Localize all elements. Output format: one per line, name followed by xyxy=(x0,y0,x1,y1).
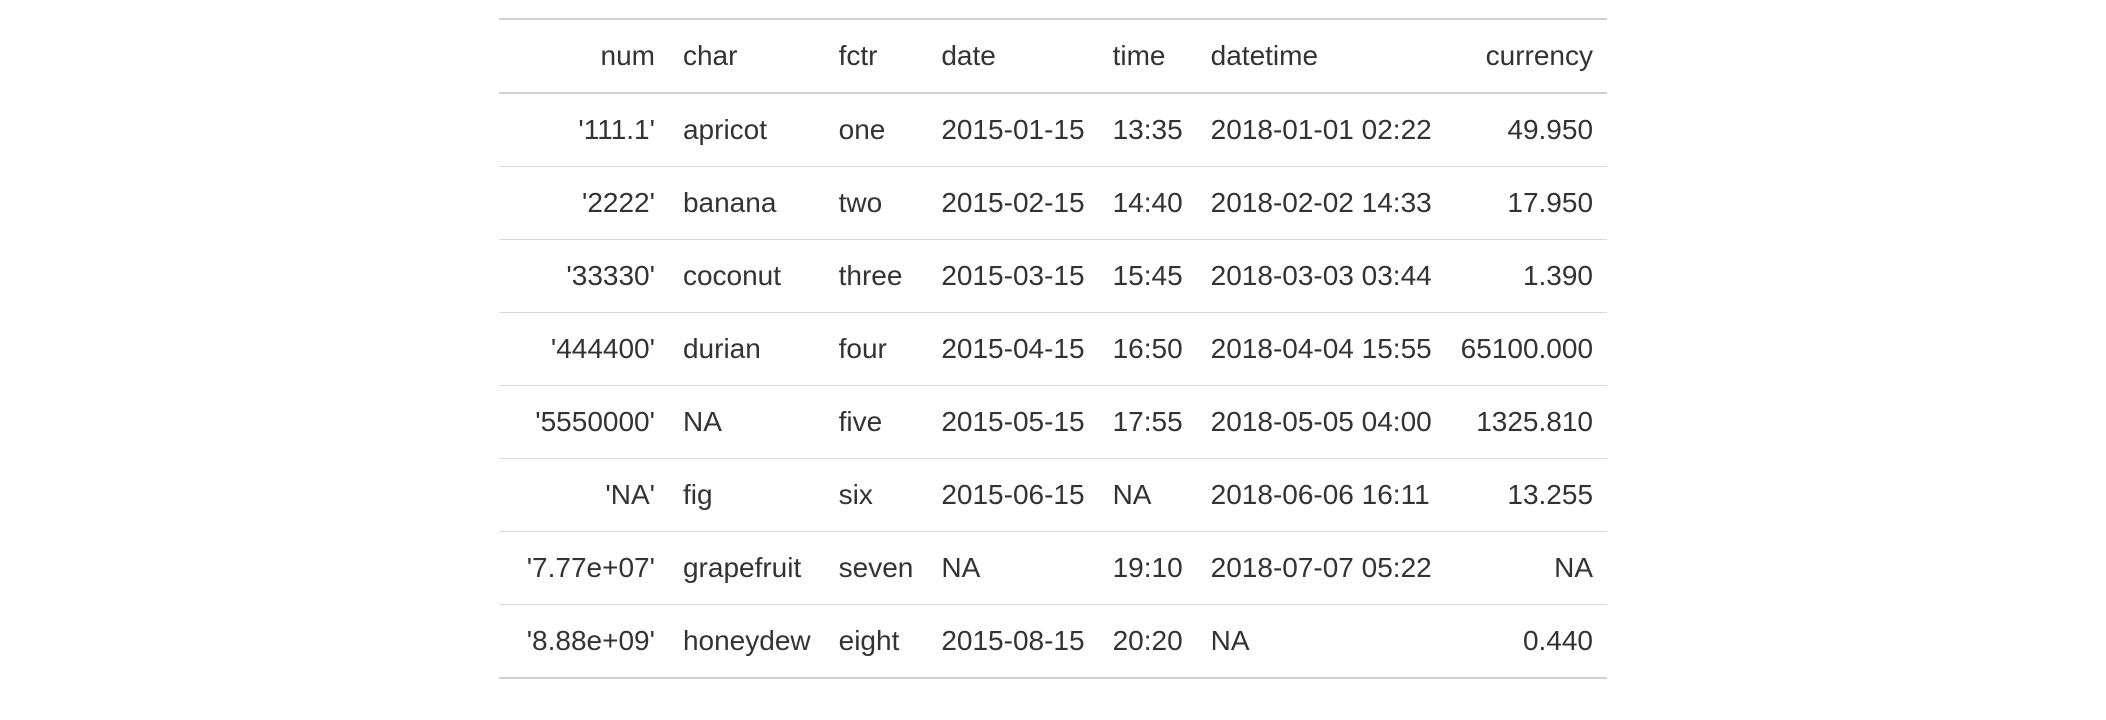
cell-char: banana xyxy=(669,167,825,240)
cell-currency: 1.390 xyxy=(1447,240,1607,313)
cell-fctr: five xyxy=(825,386,928,459)
cell-char: grapefruit xyxy=(669,532,825,605)
table-row: '111.1' apricot one 2015-01-15 13:35 201… xyxy=(499,93,1607,167)
header-fctr: fctr xyxy=(825,19,928,93)
cell-date: 2015-08-15 xyxy=(927,605,1098,679)
cell-num: 'NA' xyxy=(499,459,669,532)
cell-date: 2015-02-15 xyxy=(927,167,1098,240)
header-row: num char fctr date time datetime currenc… xyxy=(499,19,1607,93)
cell-datetime: 2018-07-07 05:22 xyxy=(1197,532,1447,605)
cell-time: NA xyxy=(1099,459,1197,532)
cell-time: 16:50 xyxy=(1099,313,1197,386)
header-char: char xyxy=(669,19,825,93)
cell-date: NA xyxy=(927,532,1098,605)
cell-char: NA xyxy=(669,386,825,459)
table-row: '33330' coconut three 2015-03-15 15:45 2… xyxy=(499,240,1607,313)
cell-datetime: NA xyxy=(1197,605,1447,679)
cell-date: 2015-03-15 xyxy=(927,240,1098,313)
cell-fctr: one xyxy=(825,93,928,167)
cell-datetime: 2018-05-05 04:00 xyxy=(1197,386,1447,459)
cell-currency: 13.255 xyxy=(1447,459,1607,532)
cell-time: 14:40 xyxy=(1099,167,1197,240)
cell-datetime: 2018-01-01 02:22 xyxy=(1197,93,1447,167)
header-currency: currency xyxy=(1447,19,1607,93)
cell-num: '111.1' xyxy=(499,93,669,167)
cell-currency: 0.440 xyxy=(1447,605,1607,679)
header-time: time xyxy=(1099,19,1197,93)
cell-char: apricot xyxy=(669,93,825,167)
cell-time: 13:35 xyxy=(1099,93,1197,167)
header-datetime: datetime xyxy=(1197,19,1447,93)
header-date: date xyxy=(927,19,1098,93)
cell-num: '8.88e+09' xyxy=(499,605,669,679)
header-num: num xyxy=(499,19,669,93)
cell-num: '33330' xyxy=(499,240,669,313)
table-row: '5550000' NA five 2015-05-15 17:55 2018-… xyxy=(499,386,1607,459)
cell-date: 2015-05-15 xyxy=(927,386,1098,459)
table-body: '111.1' apricot one 2015-01-15 13:35 201… xyxy=(499,93,1607,678)
cell-char: honeydew xyxy=(669,605,825,679)
data-table: num char fctr date time datetime currenc… xyxy=(499,18,1607,679)
cell-fctr: two xyxy=(825,167,928,240)
cell-fctr: three xyxy=(825,240,928,313)
cell-currency: 65100.000 xyxy=(1447,313,1607,386)
cell-date: 2015-06-15 xyxy=(927,459,1098,532)
cell-datetime: 2018-04-04 15:55 xyxy=(1197,313,1447,386)
cell-fctr: six xyxy=(825,459,928,532)
table-row: 'NA' fig six 2015-06-15 NA 2018-06-06 16… xyxy=(499,459,1607,532)
cell-char: coconut xyxy=(669,240,825,313)
table-row: '7.77e+07' grapefruit seven NA 19:10 201… xyxy=(499,532,1607,605)
cell-num: '5550000' xyxy=(499,386,669,459)
cell-fctr: seven xyxy=(825,532,928,605)
cell-currency: 49.950 xyxy=(1447,93,1607,167)
cell-fctr: eight xyxy=(825,605,928,679)
cell-time: 15:45 xyxy=(1099,240,1197,313)
table-row: '2222' banana two 2015-02-15 14:40 2018-… xyxy=(499,167,1607,240)
cell-time: 19:10 xyxy=(1099,532,1197,605)
cell-num: '444400' xyxy=(499,313,669,386)
cell-num: '2222' xyxy=(499,167,669,240)
cell-num: '7.77e+07' xyxy=(499,532,669,605)
cell-currency: NA xyxy=(1447,532,1607,605)
cell-datetime: 2018-06-06 16:11 xyxy=(1197,459,1447,532)
cell-datetime: 2018-02-02 14:33 xyxy=(1197,167,1447,240)
cell-time: 20:20 xyxy=(1099,605,1197,679)
cell-currency: 1325.810 xyxy=(1447,386,1607,459)
cell-currency: 17.950 xyxy=(1447,167,1607,240)
cell-fctr: four xyxy=(825,313,928,386)
table-row: '8.88e+09' honeydew eight 2015-08-15 20:… xyxy=(499,605,1607,679)
cell-time: 17:55 xyxy=(1099,386,1197,459)
cell-datetime: 2018-03-03 03:44 xyxy=(1197,240,1447,313)
table-row: '444400' durian four 2015-04-15 16:50 20… xyxy=(499,313,1607,386)
cell-char: durian xyxy=(669,313,825,386)
cell-date: 2015-04-15 xyxy=(927,313,1098,386)
cell-char: fig xyxy=(669,459,825,532)
cell-date: 2015-01-15 xyxy=(927,93,1098,167)
